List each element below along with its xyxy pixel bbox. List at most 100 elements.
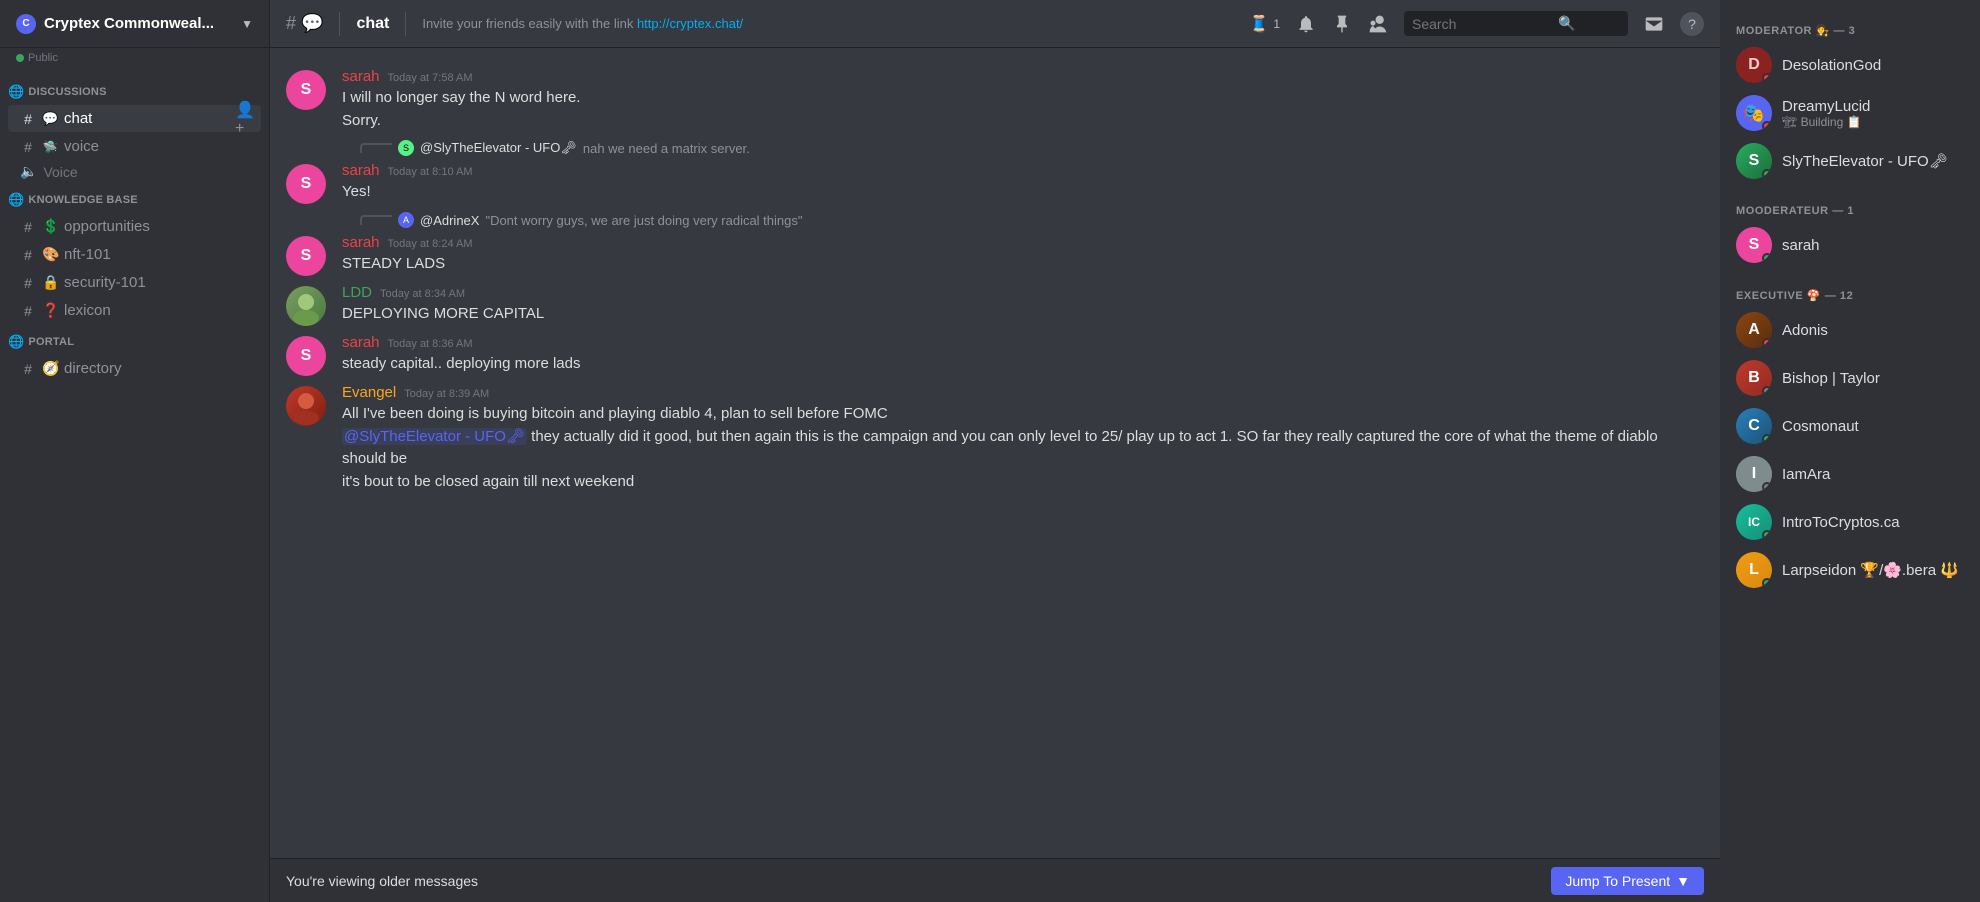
topbar-invite-text: Invite your friends easily with the link…: [422, 16, 1237, 31]
search-icon: 🔍: [1558, 15, 1575, 32]
section-header-discussions[interactable]: 🌐 DISCUSSIONS: [0, 78, 269, 104]
list-item[interactable]: 🎭 DreamyLucid 🏗 Building 📋: [1728, 89, 1972, 137]
member-info: Adonis: [1782, 322, 1964, 339]
list-item[interactable]: C Cosmonaut: [1728, 402, 1972, 450]
sidebar-item-security101[interactable]: # 🔒 security-101: [8, 269, 261, 296]
table-row: A @AdrineX "Dont worry guys, we are just…: [270, 208, 1720, 234]
bottom-banner: You're viewing older messages Jump To Pr…: [270, 858, 1720, 902]
sidebar-item-voice[interactable]: # 🛸 voice: [8, 133, 261, 160]
section-title-mooderateur: MOODERATEUR — 1: [1728, 197, 1972, 221]
channel-name-voice: voice: [64, 138, 253, 155]
list-item[interactable]: S SlyTheElevator - UFO🗝: [1728, 137, 1972, 185]
topbar: # 💬 chat Invite your friends easily with…: [270, 0, 1720, 48]
message-text: All I've been doing is buying bitcoin an…: [342, 403, 1704, 493]
palette-icon: 🎨: [42, 246, 58, 263]
main-content: # 💬 chat Invite your friends easily with…: [270, 0, 1720, 902]
reply-indent2: [286, 212, 342, 230]
message-timestamp: Today at 8:10 AM: [388, 166, 473, 178]
channel-name-lexicon: lexicon: [64, 302, 253, 319]
member-name: DesolationGod: [1782, 57, 1964, 74]
status-dot: [1762, 121, 1772, 131]
reply-avatar2: A: [398, 212, 414, 228]
table-row: S sarah Today at 8:10 AM Yes!: [270, 162, 1720, 208]
status-dot: [1762, 386, 1772, 396]
speaker-icon: 🔈: [20, 163, 37, 180]
jump-to-present-label: Jump To Present: [1565, 873, 1670, 889]
notification-bell-icon[interactable]: [1296, 14, 1316, 34]
avatar: [286, 386, 326, 426]
list-item[interactable]: D DesolationGod: [1728, 41, 1972, 89]
jump-to-present-button[interactable]: Jump To Present ▼: [1551, 867, 1704, 895]
members-count: 1: [1273, 17, 1280, 31]
sidebar-item-opportunities[interactable]: # 💲 opportunities: [8, 213, 261, 240]
member-info: sarah: [1782, 237, 1964, 254]
hash-icon-opp: #: [20, 219, 36, 235]
message-text: Yes!: [342, 181, 1704, 204]
list-item[interactable]: IC IntroToCryptos.ca: [1728, 498, 1972, 546]
topbar-hash-icon: # 💬: [286, 13, 323, 34]
search-input[interactable]: [1412, 16, 1552, 32]
dollar-icon: 💲: [42, 218, 58, 235]
message-header: sarah Today at 8:36 AM: [342, 334, 1704, 351]
invite-link[interactable]: http://cryptex.chat/: [637, 16, 743, 31]
avatar: L: [1736, 552, 1772, 588]
sidebar-item-nft101[interactable]: # 🎨 nft-101: [8, 241, 261, 268]
server-name: Cryptex Commonweal...: [44, 15, 233, 32]
avatar: IC: [1736, 504, 1772, 540]
pin-icon[interactable]: [1332, 14, 1352, 34]
avatar: [286, 286, 326, 326]
help-icon[interactable]: ?: [1680, 12, 1704, 36]
search-box[interactable]: 🔍: [1404, 11, 1628, 36]
avatar: 🎭: [1736, 95, 1772, 131]
table-row: Evangel Today at 8:39 AM All I've been d…: [270, 380, 1720, 497]
member-name: DreamyLucid: [1782, 98, 1964, 115]
sidebar-item-lexicon[interactable]: # ❓ lexicon: [8, 297, 261, 324]
members-list-icon[interactable]: [1368, 14, 1388, 34]
topbar-icons: 🧵 1 🔍 ?: [1249, 11, 1704, 36]
section-header-knowledge[interactable]: 🌐 KNOWLEDGE BASE: [0, 186, 269, 212]
status-dot: [1762, 578, 1772, 588]
message-text: I will no longer say the N word here. So…: [342, 87, 1704, 132]
message-header: Evangel Today at 8:39 AM: [342, 384, 1704, 401]
channel-name-chat: chat: [64, 110, 231, 127]
reply-indent: [286, 140, 342, 158]
member-info: Larpseidon 🏆/🌸.bera 🔱: [1782, 561, 1964, 579]
message-author: sarah: [342, 162, 380, 179]
message-timestamp: Today at 8:36 AM: [388, 338, 473, 350]
list-item[interactable]: L Larpseidon 🏆/🌸.bera 🔱: [1728, 546, 1972, 594]
avatar: S: [1736, 227, 1772, 263]
chat-bubble-icon: 💬: [42, 111, 58, 127]
message-header: sarah Today at 8:10 AM: [342, 162, 1704, 179]
sidebar-item-chat[interactable]: # 💬 chat 👤+: [8, 105, 261, 132]
reply-preview2: A @AdrineX "Dont worry guys, we are just…: [358, 212, 1704, 228]
section-title-moderator: MODERATOR 🧑‍⚖️ — 3: [1728, 16, 1972, 41]
status-dot: [1762, 530, 1772, 540]
avatar: B: [1736, 360, 1772, 396]
section-header-portal[interactable]: 🌐 PORTAL: [0, 328, 269, 354]
members-count-button[interactable]: 🧵 1: [1249, 14, 1280, 34]
list-item[interactable]: I IamAra: [1728, 450, 1972, 498]
server-header[interactable]: C Cryptex Commonweal... ▼: [0, 0, 269, 48]
mention-sly[interactable]: @SlyTheElevator - UFO🗝: [342, 428, 527, 445]
avatar: S: [286, 70, 326, 110]
sidebar-channels: 🌐 DISCUSSIONS # 💬 chat 👤+ # 🛸 voice 🔈 Vo…: [0, 70, 269, 902]
sidebar: C Cryptex Commonweal... ▼ Public 🌐 DISCU…: [0, 0, 270, 902]
message-timestamp: Today at 7:58 AM: [388, 72, 473, 84]
list-item[interactable]: A Adonis: [1728, 306, 1972, 354]
section-title-executive: EXECUTIVE 🍄 — 12: [1728, 281, 1972, 306]
member-name: IamAra: [1782, 466, 1964, 483]
member-name: Bishop | Taylor: [1782, 370, 1964, 387]
reply-text2: "Dont worry guys, we are just doing very…: [485, 213, 802, 228]
sidebar-item-voice2[interactable]: 🔈 Voice: [0, 161, 269, 182]
add-member-icon[interactable]: 👤+: [237, 111, 253, 127]
channel-name-nft101: nft-101: [64, 246, 253, 263]
sidebar-item-directory[interactable]: # 🧭 directory: [8, 355, 261, 382]
member-info: IamAra: [1782, 466, 1964, 483]
member-info: IntroToCryptos.ca: [1782, 514, 1964, 531]
status-dot: [1762, 338, 1772, 348]
message-content: Evangel Today at 8:39 AM All I've been d…: [342, 384, 1704, 493]
list-item[interactable]: S sarah: [1728, 221, 1972, 269]
message-content-reply: S @SlyTheElevator - UFO🗝 nah we need a m…: [358, 140, 1704, 158]
inbox-icon[interactable]: [1644, 14, 1664, 34]
list-item[interactable]: B Bishop | Taylor: [1728, 354, 1972, 402]
